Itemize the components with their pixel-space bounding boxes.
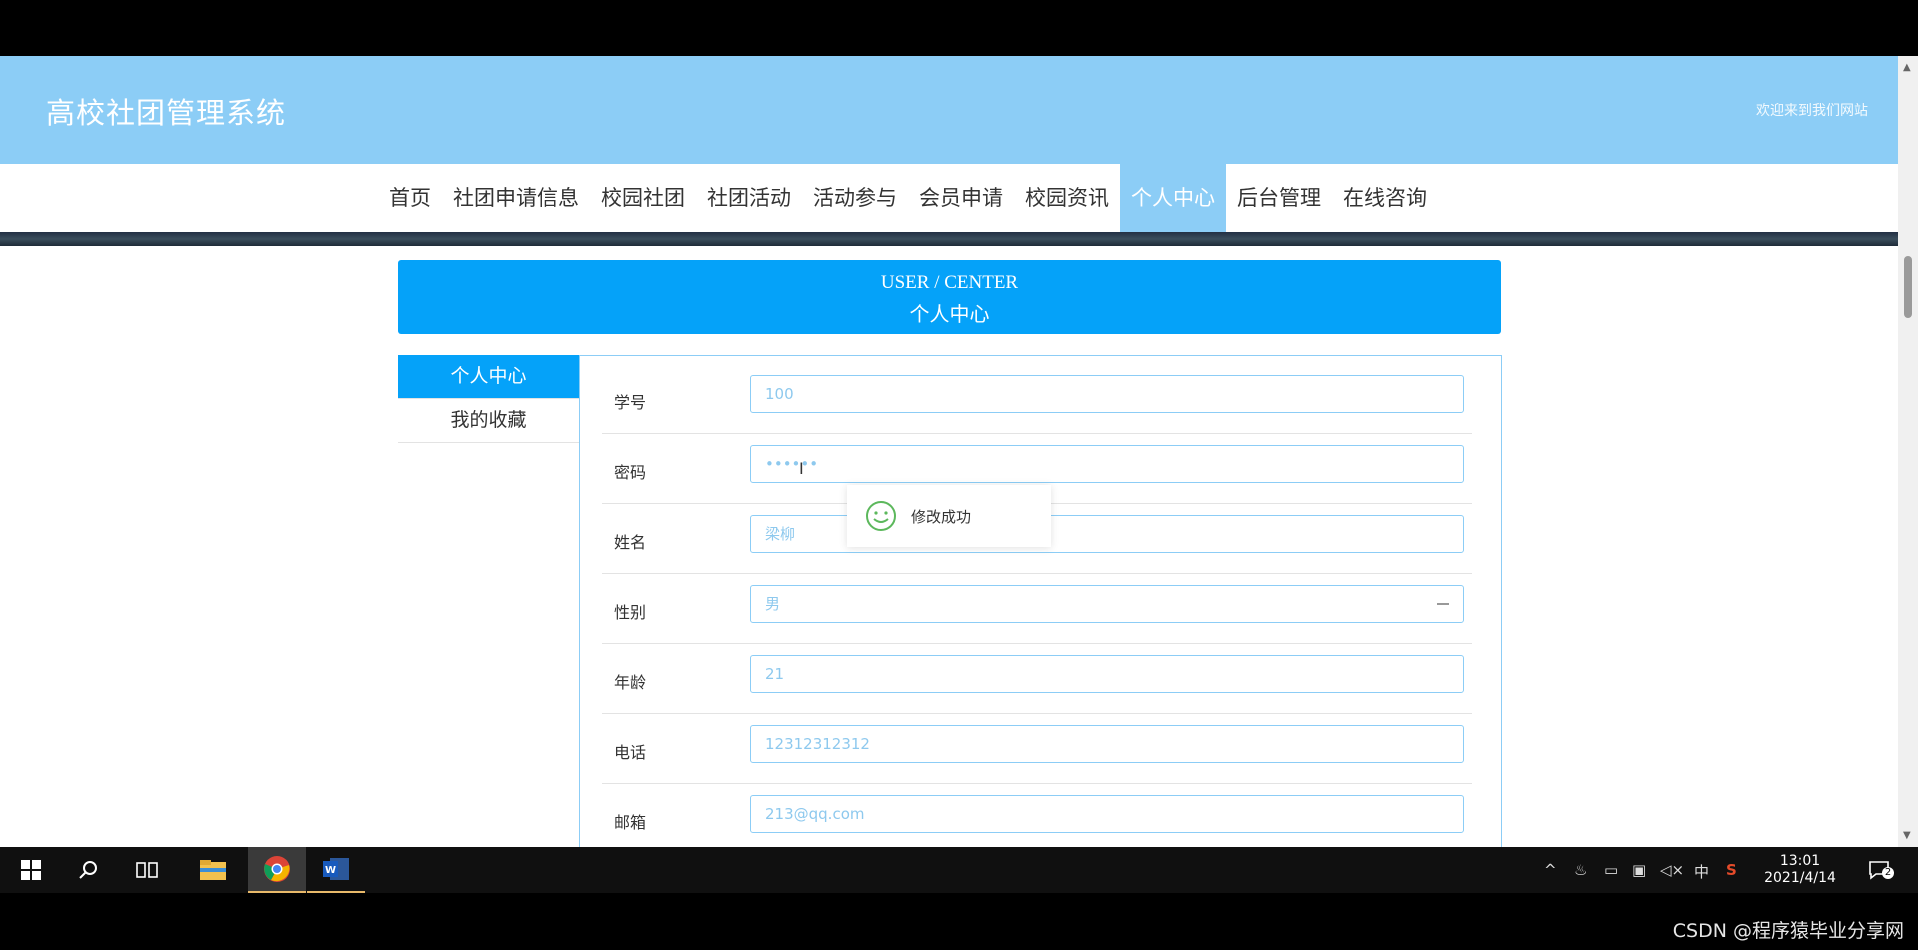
phone-input[interactable]: 12312312312 (750, 725, 1464, 763)
network-icon[interactable]: ▣ (1632, 861, 1646, 879)
text-cursor-icon: I (799, 459, 804, 478)
file-explorer-icon[interactable] (184, 847, 242, 893)
clock-date: 2021/4/14 (1764, 870, 1836, 886)
nav-item-online-consult[interactable]: 在线咨询 (1332, 164, 1438, 232)
page-scrollbar[interactable]: ▲ ▼ (1898, 56, 1918, 847)
form-row-student-id: 学号 100 (602, 363, 1472, 434)
nav-item-club-application[interactable]: 社团申请信息 (442, 164, 590, 232)
toast-message: 修改成功 (911, 508, 972, 526)
success-toast: 修改成功 (847, 485, 1051, 547)
gender-select[interactable]: 男 (750, 585, 1464, 623)
page-title-banner: USER / CENTER 个人中心 (398, 260, 1501, 334)
windows-taskbar: W ^ ♨ ▭ ▣ ◁× 中 S 13:01 2021/4/14 2 (0, 847, 1918, 893)
banner-title-en: USER / CENTER (880, 272, 1019, 293)
volume-muted-icon[interactable]: ◁× (1660, 861, 1684, 879)
main-nav: 首页 社团申请信息 校园社团 社团活动 活动参与 会员申请 校园资讯 个人中心 … (0, 164, 1898, 232)
csdn-watermark: CSDN @程序猿毕业分享网 (1672, 920, 1904, 942)
side-item-favorites[interactable]: 我的收藏 (398, 399, 579, 443)
scroll-thumb[interactable] (1904, 256, 1912, 318)
ime-indicator[interactable]: 中 (1694, 861, 1709, 882)
scroll-up-arrow-icon[interactable]: ▲ (1903, 62, 1911, 73)
email-label: 邮箱 (614, 813, 647, 832)
phone-label: 电话 (614, 743, 647, 762)
browser-viewport: 高校社团管理系统 欢迎来到我们网站 首页 社团申请信息 校园社团 社团活动 活动… (0, 56, 1898, 847)
profile-form: 学号 100 密码 •••••• 姓名 梁柳 性别 男 年龄 21 电话 123… (579, 355, 1502, 847)
scroll-down-arrow-icon[interactable]: ▼ (1903, 830, 1911, 841)
student-id-input[interactable]: 100 (750, 375, 1464, 413)
side-item-user-center[interactable]: 个人中心 (398, 355, 579, 399)
tray-chevron-up-icon[interactable]: ^ (1544, 861, 1557, 879)
name-label: 姓名 (614, 533, 647, 552)
nav-item-campus-news[interactable]: 校园资讯 (1014, 164, 1120, 232)
form-row-age: 年龄 21 (602, 643, 1472, 714)
smile-icon (866, 501, 896, 531)
input-method-s-icon[interactable]: S (1726, 861, 1737, 879)
form-row-gender: 性别 男 (602, 573, 1472, 644)
nav-item-club-activities[interactable]: 社团活动 (696, 164, 802, 232)
nav-item-campus-clubs[interactable]: 校园社团 (590, 164, 696, 232)
gender-select-value: 男 (765, 595, 781, 613)
welcome-text: 欢迎来到我们网站 (1756, 103, 1868, 119)
tray-app-icon[interactable]: ♨ (1574, 861, 1587, 879)
search-icon[interactable] (60, 847, 118, 893)
password-input[interactable]: •••••• (750, 445, 1464, 483)
age-label: 年龄 (614, 673, 647, 692)
nav-item-member-application[interactable]: 会员申请 (908, 164, 1014, 232)
age-input[interactable]: 21 (750, 655, 1464, 693)
nav-item-admin[interactable]: 后台管理 (1226, 164, 1332, 232)
banner-title-cn: 个人中心 (909, 304, 990, 326)
nav-item-user-center[interactable]: 个人中心 (1120, 164, 1226, 232)
site-title: 高校社团管理系统 (46, 96, 287, 130)
svg-text:W: W (325, 865, 336, 876)
gender-label: 性别 (614, 603, 647, 622)
form-row-email: 邮箱 213@qq.com (602, 783, 1472, 847)
nav-item-home[interactable]: 首页 (378, 164, 442, 232)
notification-count-badge: 2 (1882, 867, 1894, 879)
dropdown-caret-icon (1437, 603, 1449, 605)
word-icon[interactable]: W (307, 847, 365, 893)
site-header: 高校社团管理系统 欢迎来到我们网站 (0, 56, 1898, 164)
chrome-icon[interactable] (248, 847, 306, 893)
form-row-phone: 电话 12312312312 (602, 713, 1472, 784)
side-menu: 个人中心 我的收藏 (398, 355, 579, 443)
email-input[interactable]: 213@qq.com (750, 795, 1464, 833)
system-clock[interactable]: 13:01 2021/4/14 (1758, 853, 1842, 887)
nav-item-activity-participation[interactable]: 活动参与 (802, 164, 908, 232)
student-id-label: 学号 (614, 393, 647, 412)
task-view-icon[interactable] (118, 847, 176, 893)
windows-start-icon[interactable] (2, 847, 60, 893)
screen-top-bar (0, 0, 1918, 56)
battery-icon[interactable]: ▭ (1604, 861, 1618, 879)
decorative-banner-strip (0, 232, 1898, 246)
clock-time: 13:01 (1779, 853, 1821, 869)
notification-center-icon[interactable]: 2 (1868, 859, 1894, 885)
password-label: 密码 (614, 463, 647, 482)
